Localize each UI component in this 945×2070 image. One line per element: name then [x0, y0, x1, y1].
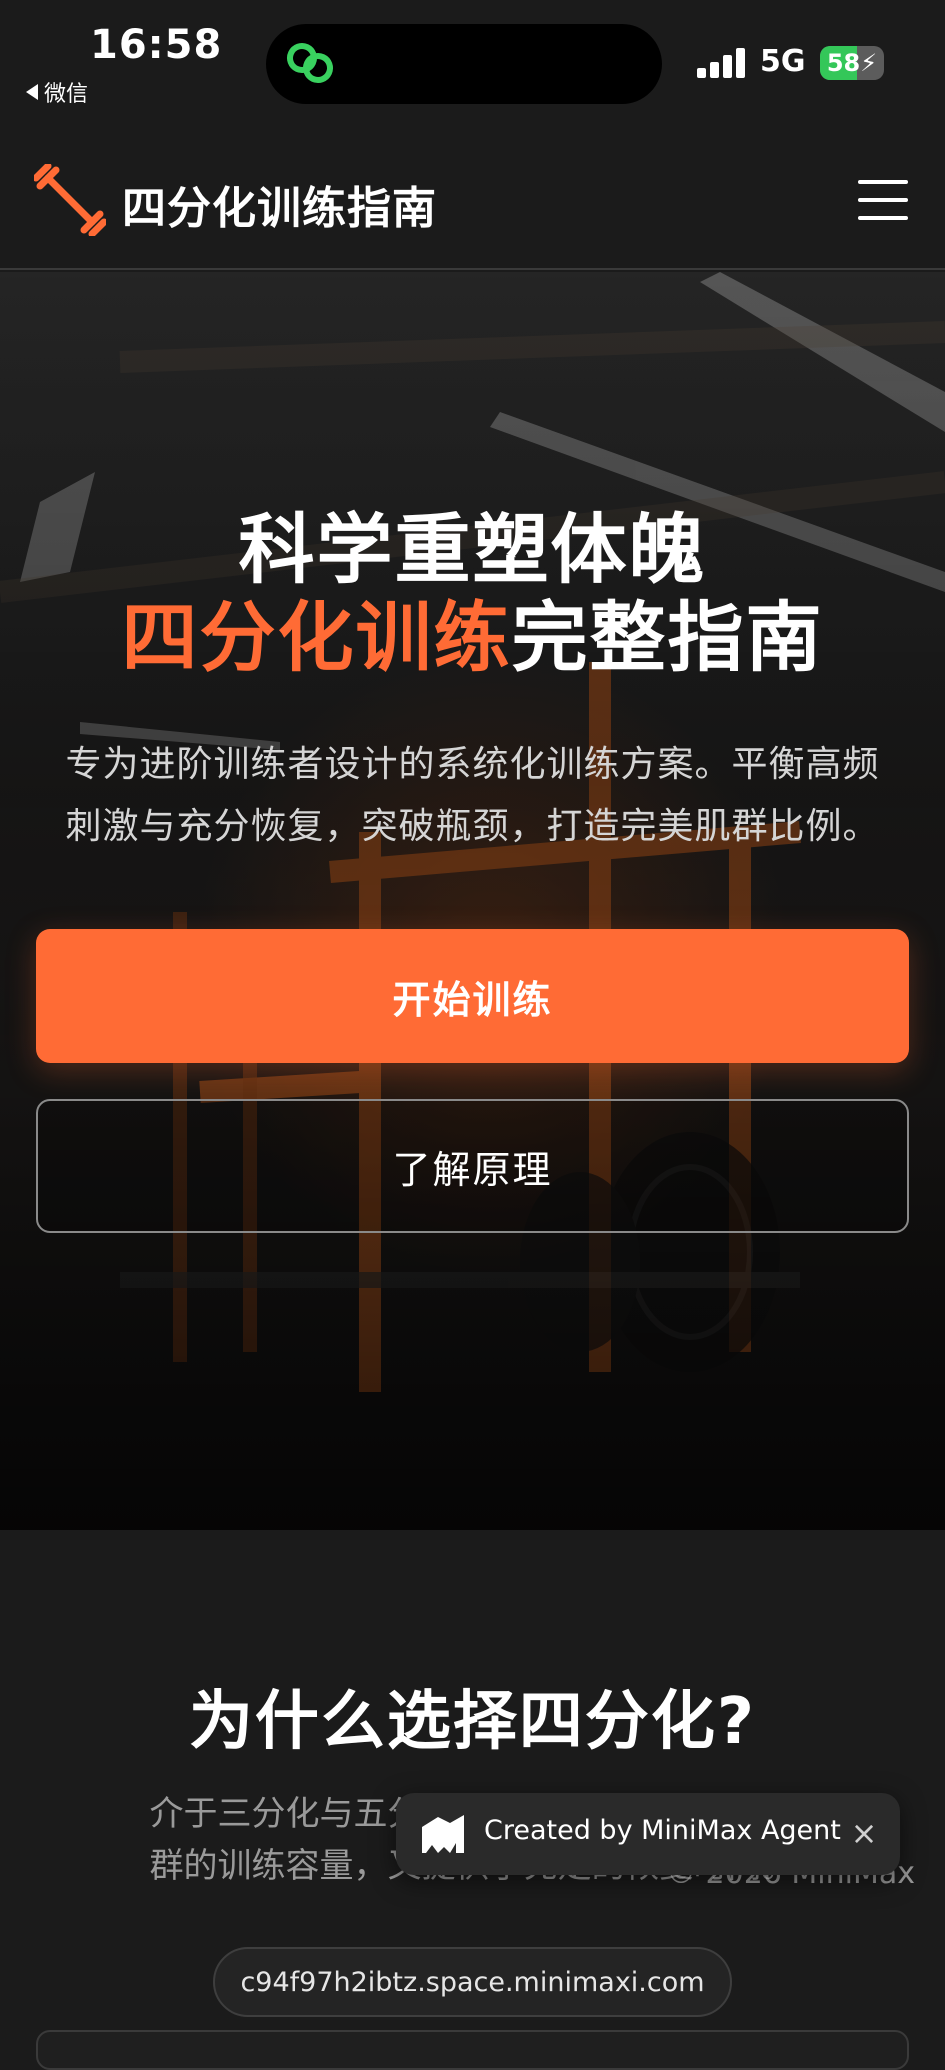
- hamburger-menu-icon[interactable]: [858, 180, 908, 220]
- url-text: c94f97h2ibtz.space.minimaxi.com: [240, 1966, 705, 1998]
- hero-subtitle-line1: 专为进阶训练者设计的系统化训练方案。平衡高频: [65, 744, 880, 785]
- start-training-button[interactable]: 开始训练: [36, 929, 909, 1063]
- dumbbell-icon[interactable]: [34, 164, 106, 236]
- hero-subtitle-line2: 刺激与充分恢复，突破瓶颈，打造完美肌群比例。: [65, 806, 880, 847]
- status-time: 16:58: [90, 22, 223, 68]
- hero-title-line2: 四分化训练完整指南: [0, 592, 945, 684]
- learn-principles-button[interactable]: 了解原理: [36, 1099, 909, 1233]
- hero-title-rest: 完整指南: [511, 593, 824, 682]
- hero-section: 科学重塑体魄 四分化训练完整指南 专为进阶训练者设计的系统化训练方案。平衡高频 …: [0, 272, 945, 1530]
- link-icon: [287, 43, 333, 83]
- network-type: 5G: [760, 44, 806, 79]
- created-by-badge[interactable]: Created by MiniMax Agent ×: [396, 1793, 900, 1875]
- dynamic-island: [266, 24, 662, 104]
- back-arrow-icon: [26, 84, 38, 100]
- back-app-label: 微信: [44, 82, 89, 107]
- site-title[interactable]: 四分化训练指南: [122, 172, 437, 236]
- why-section-title: 为什么选择四分化?: [188, 1685, 757, 1759]
- battery-icon: 58 ⚡: [820, 46, 884, 80]
- hero-title-line1: 科学重塑体魄: [238, 505, 707, 594]
- site-navbar: 四分化训练指南: [0, 120, 945, 270]
- hero-title-accent: 四分化训练: [121, 593, 512, 682]
- minimax-logo-icon: [422, 1815, 464, 1853]
- charging-bolt-icon: ⚡: [860, 49, 878, 77]
- next-card-edge: [36, 2030, 909, 2070]
- status-bar: 16:58 微信 5G 58 ⚡: [0, 0, 945, 120]
- created-by-label: Created by MiniMax Agent: [484, 1815, 841, 1846]
- battery-percent: 58: [826, 49, 861, 77]
- cellular-signal-icon: [697, 48, 747, 78]
- close-icon[interactable]: ×: [842, 1809, 886, 1857]
- back-to-app-link[interactable]: 微信: [26, 76, 88, 108]
- browser-url-bar[interactable]: c94f97h2ibtz.space.minimaxi.com: [213, 1947, 732, 2017]
